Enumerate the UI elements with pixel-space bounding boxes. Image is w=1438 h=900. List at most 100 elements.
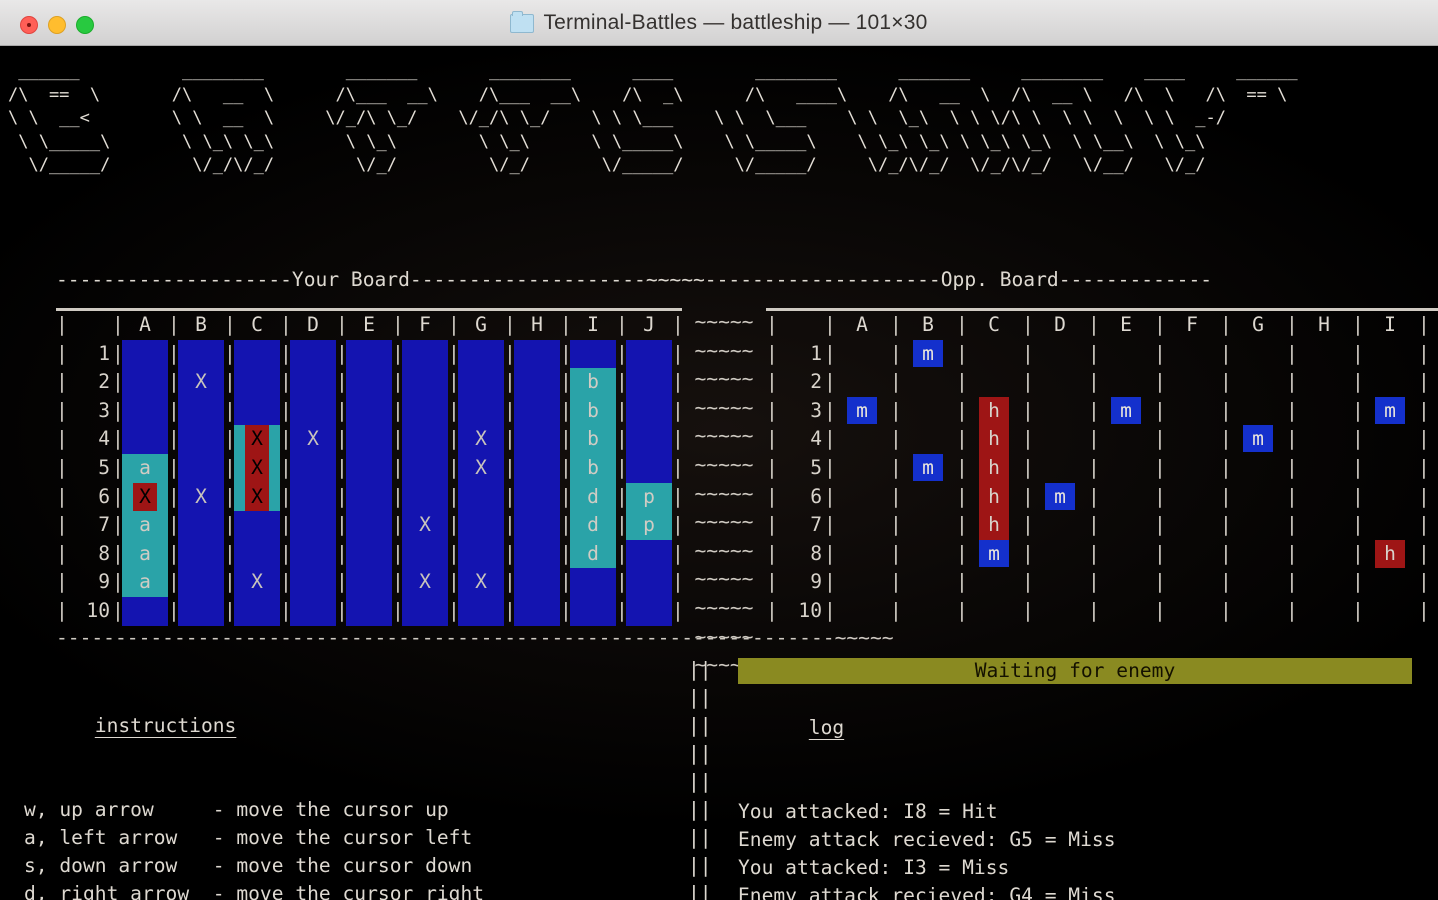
- opp-cell-J6[interactable]: [1428, 483, 1438, 512]
- your-cell-B2[interactable]: X: [178, 368, 224, 397]
- opp-cell-B7[interactable]: [900, 511, 956, 540]
- opp-cell-I3[interactable]: m: [1362, 396, 1418, 426]
- opp-cell-J8[interactable]: [1428, 540, 1438, 569]
- your-cell-J8[interactable]: [626, 539, 672, 569]
- your-cell-E8[interactable]: [346, 539, 392, 569]
- your-cell-C7[interactable]: [234, 511, 280, 540]
- opp-cell-H2[interactable]: [1296, 368, 1352, 397]
- opp-cell-B10[interactable]: [900, 597, 956, 626]
- opp-cell-H6[interactable]: [1296, 483, 1352, 512]
- opp-cell-C7[interactable]: h: [966, 511, 1022, 540]
- opp-cell-J7[interactable]: [1428, 511, 1438, 540]
- your-cell-I1[interactable]: [570, 339, 616, 369]
- your-cell-E2[interactable]: [346, 368, 392, 397]
- your-cell-B1[interactable]: [178, 339, 224, 369]
- your-cell-C2[interactable]: [234, 368, 280, 397]
- opp-cell-B9[interactable]: [900, 568, 956, 597]
- opp-cell-D8[interactable]: [1032, 540, 1088, 569]
- your-cell-F4[interactable]: [402, 425, 448, 454]
- your-cell-G10[interactable]: [458, 596, 504, 626]
- opp-cell-E1[interactable]: [1098, 340, 1154, 369]
- your-cell-C9[interactable]: X: [234, 568, 280, 597]
- opp-cell-A5[interactable]: [834, 454, 890, 483]
- opp-cell-E7[interactable]: [1098, 511, 1154, 540]
- your-cell-H3[interactable]: [514, 396, 560, 426]
- your-cell-H4[interactable]: [514, 425, 560, 454]
- your-cell-E5[interactable]: [346, 453, 392, 483]
- opp-cell-F10[interactable]: [1164, 597, 1220, 626]
- your-cell-E6[interactable]: [346, 482, 392, 512]
- your-cell-C6[interactable]: X: [234, 482, 280, 512]
- your-cell-G9[interactable]: X: [458, 568, 504, 597]
- opp-cell-H7[interactable]: [1296, 511, 1352, 540]
- opp-cell-I1[interactable]: [1362, 340, 1418, 369]
- your-cell-E1[interactable]: [346, 339, 392, 369]
- your-cell-F7[interactable]: X: [402, 511, 448, 540]
- your-cell-F10[interactable]: [402, 596, 448, 626]
- your-cell-J5[interactable]: [626, 453, 672, 483]
- opp-cell-E6[interactable]: [1098, 483, 1154, 512]
- your-cell-B3[interactable]: [178, 396, 224, 426]
- opp-cell-E3[interactable]: m: [1098, 396, 1154, 426]
- opp-cell-G9[interactable]: [1230, 568, 1286, 597]
- your-cell-I10[interactable]: [570, 596, 616, 626]
- your-cell-A10[interactable]: [122, 596, 168, 626]
- your-cell-C3[interactable]: [234, 396, 280, 426]
- your-cell-A9[interactable]: a: [122, 568, 168, 597]
- opp-cell-A8[interactable]: [834, 540, 890, 569]
- opp-cell-G2[interactable]: [1230, 368, 1286, 397]
- your-cell-H2[interactable]: [514, 368, 560, 397]
- your-cell-H6[interactable]: [514, 482, 560, 512]
- your-cell-B6[interactable]: X: [178, 482, 224, 512]
- opp-cell-A2[interactable]: [834, 368, 890, 397]
- your-cell-I9[interactable]: [570, 568, 616, 597]
- opp-cell-G10[interactable]: [1230, 597, 1286, 626]
- opp-cell-F9[interactable]: [1164, 568, 1220, 597]
- your-cell-A4[interactable]: [122, 425, 168, 454]
- opp-cell-F2[interactable]: [1164, 368, 1220, 397]
- your-cell-H8[interactable]: [514, 539, 560, 569]
- your-cell-I8[interactable]: d: [570, 539, 616, 569]
- opp-cell-I8[interactable]: h: [1362, 539, 1418, 569]
- opp-cell-I5[interactable]: [1362, 454, 1418, 483]
- opp-cell-E10[interactable]: [1098, 597, 1154, 626]
- your-cell-G1[interactable]: [458, 339, 504, 369]
- your-cell-H9[interactable]: [514, 568, 560, 597]
- your-cell-C8[interactable]: [234, 539, 280, 569]
- opp-cell-G6[interactable]: [1230, 483, 1286, 512]
- opp-cell-D2[interactable]: [1032, 368, 1088, 397]
- opp-cell-A4[interactable]: [834, 425, 890, 454]
- your-cell-J9[interactable]: [626, 568, 672, 597]
- your-cell-C5[interactable]: X: [234, 453, 280, 483]
- opp-cell-H9[interactable]: [1296, 568, 1352, 597]
- your-cell-F8[interactable]: [402, 539, 448, 569]
- your-cell-A8[interactable]: a: [122, 539, 168, 569]
- your-cell-G6[interactable]: [458, 482, 504, 512]
- your-cell-B7[interactable]: [178, 511, 224, 540]
- your-cell-D7[interactable]: [290, 511, 336, 540]
- your-cell-I7[interactable]: d: [570, 511, 616, 540]
- your-cell-B5[interactable]: [178, 453, 224, 483]
- opp-cell-A3[interactable]: m: [834, 396, 890, 426]
- your-cell-J2[interactable]: [626, 368, 672, 397]
- opp-cell-G3[interactable]: [1230, 397, 1286, 426]
- opp-cell-C9[interactable]: [966, 568, 1022, 597]
- opp-cell-D9[interactable]: [1032, 568, 1088, 597]
- your-cell-A1[interactable]: [122, 339, 168, 369]
- opp-cell-J9[interactable]: [1428, 568, 1438, 597]
- your-board[interactable]: | | A | B | C | D | E | F | G | H | I | J | | 1 | | | | | | | | | | | | 2 | | X…: [56, 308, 684, 626]
- opp-cell-H8[interactable]: [1296, 540, 1352, 569]
- your-cell-H10[interactable]: [514, 596, 560, 626]
- your-cell-B4[interactable]: [178, 425, 224, 454]
- your-cell-F3[interactable]: [402, 396, 448, 426]
- opp-cell-G5[interactable]: [1230, 454, 1286, 483]
- your-cell-A3[interactable]: [122, 396, 168, 426]
- your-cell-I3[interactable]: b: [570, 396, 616, 426]
- your-cell-I2[interactable]: b: [570, 368, 616, 397]
- your-cell-D3[interactable]: [290, 396, 336, 426]
- your-cell-E3[interactable]: [346, 396, 392, 426]
- your-cell-G3[interactable]: [458, 396, 504, 426]
- opp-cell-E9[interactable]: [1098, 568, 1154, 597]
- your-cell-A5[interactable]: a: [122, 453, 168, 483]
- your-cell-I4[interactable]: b: [570, 425, 616, 454]
